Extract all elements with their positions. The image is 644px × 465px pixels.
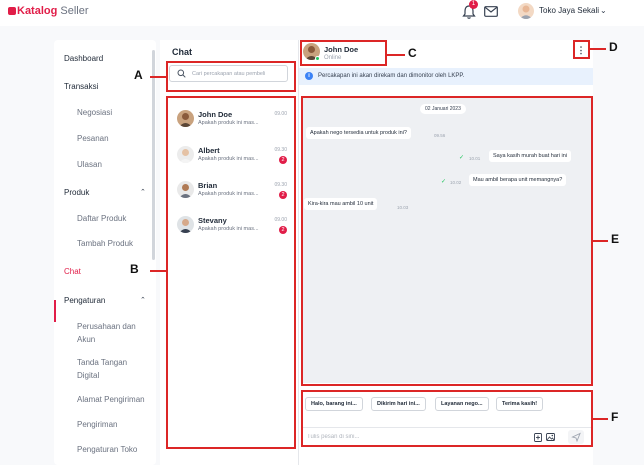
annotation-label-f: F <box>611 410 619 424</box>
annotation-line-d <box>590 48 606 50</box>
chevron-up-icon[interactable]: ⌃ <box>140 296 146 304</box>
sidebar-item-perusahaan-akun[interactable]: Perusahaan dan Akun <box>77 320 149 346</box>
annotation-line-f <box>593 418 608 420</box>
sidebar: Dashboard Transaksi Negosiasi Pesanan Ul… <box>54 40 156 465</box>
sidebar-item-daftar-produk[interactable]: Daftar Produk <box>77 212 149 225</box>
sidebar-item-pengiriman[interactable]: Pengiriman <box>77 418 149 431</box>
annotation-box-e <box>301 96 593 386</box>
annotation-box-a <box>166 61 296 92</box>
annotation-label-c: C <box>408 46 417 60</box>
sidebar-item-transaksi[interactable]: Transaksi <box>64 82 98 91</box>
logo-mark-icon <box>8 7 16 15</box>
annotation-label-e: E <box>611 232 620 246</box>
annotation-box-c <box>300 40 387 66</box>
annotation-label-d: D <box>609 40 618 54</box>
app-logo[interactable]: Katalog Seller <box>8 5 89 17</box>
store-avatar[interactable] <box>518 3 534 19</box>
annotation-line-a <box>150 76 166 78</box>
sidebar-item-pengaturan-toko[interactable]: Pengaturan Toko <box>77 443 149 456</box>
annotation-line-e <box>593 240 608 242</box>
mail-icon[interactable] <box>484 6 498 17</box>
sidebar-item-tambah-produk[interactable]: Tambah Produk <box>77 237 149 250</box>
sidebar-item-pengaturan[interactable]: Pengaturan <box>64 296 105 305</box>
notice-text: Percakapan ini akan direkam dan dimonito… <box>318 73 465 79</box>
notification-badge: 1 <box>469 0 478 9</box>
annotation-line-b <box>150 270 166 272</box>
monitoring-notice: i Percakapan ini akan direkam dan dimoni… <box>299 68 593 85</box>
sidebar-scrollbar[interactable] <box>152 50 155 260</box>
annotation-line-c <box>387 54 405 56</box>
top-bar: Katalog Seller 1 Toko Jaya Sekali ⌄ <box>0 0 644 26</box>
logo-suffix: Seller <box>60 5 89 17</box>
sidebar-item-chat[interactable]: Chat <box>64 267 81 276</box>
annotation-box-b <box>166 96 296 449</box>
logo-brand: Katalog <box>17 5 58 17</box>
store-name[interactable]: Toko Jaya Sekali <box>539 6 599 15</box>
sidebar-item-ulasan[interactable]: Ulasan <box>77 158 149 171</box>
active-indicator <box>54 300 56 322</box>
chevron-up-icon[interactable]: ⌃ <box>140 188 146 196</box>
user-avatar-icon <box>519 5 533 19</box>
sidebar-item-pesanan[interactable]: Pesanan <box>77 132 149 145</box>
sidebar-item-alamat[interactable]: Alamat Pengiriman <box>77 393 149 406</box>
annotation-label-b: B <box>130 262 139 276</box>
sidebar-item-produk[interactable]: Produk <box>64 188 89 197</box>
annotation-box-d <box>573 40 590 59</box>
sidebar-item-negosiasi[interactable]: Negosiasi <box>77 106 149 119</box>
sidebar-item-tanda-tangan[interactable]: Tanda Tangan Digital <box>77 356 149 382</box>
sidebar-item-dashboard[interactable]: Dashboard <box>64 54 103 63</box>
chat-title: Chat <box>172 47 192 57</box>
annotation-label-a: A <box>134 68 143 82</box>
info-icon: i <box>305 72 313 80</box>
annotation-box-f <box>301 390 593 447</box>
chevron-down-icon[interactable]: ⌄ <box>600 6 607 15</box>
